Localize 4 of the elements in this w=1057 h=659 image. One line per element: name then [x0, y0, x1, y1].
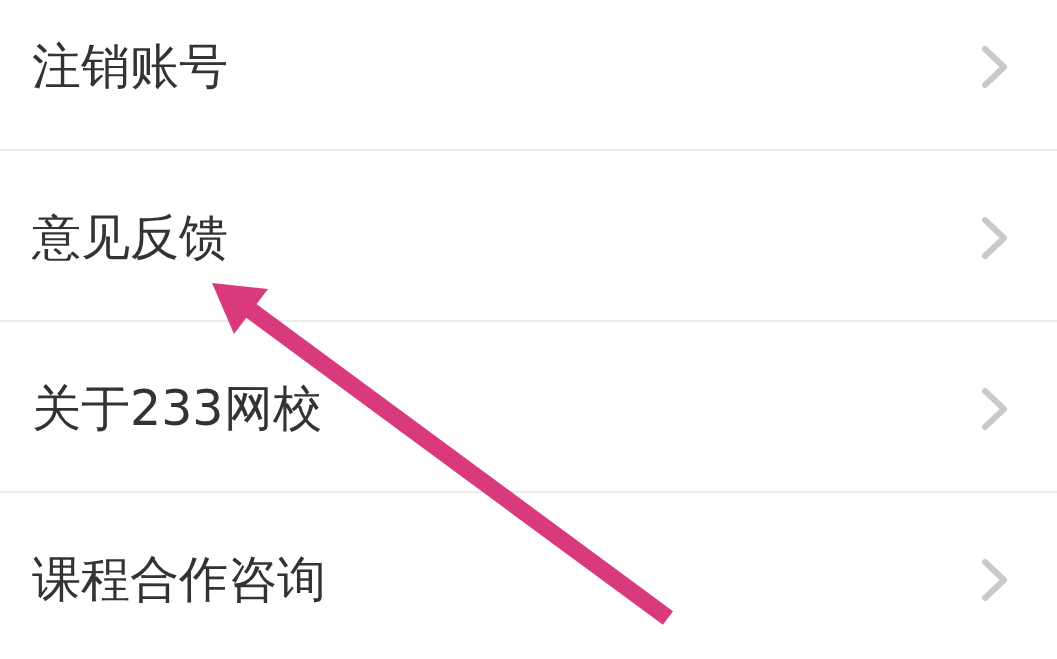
chevron-right-icon [981, 557, 1009, 602]
chevron-right-icon [981, 386, 1009, 431]
chevron-right-icon [981, 44, 1009, 89]
chevron-right-icon [981, 215, 1009, 260]
